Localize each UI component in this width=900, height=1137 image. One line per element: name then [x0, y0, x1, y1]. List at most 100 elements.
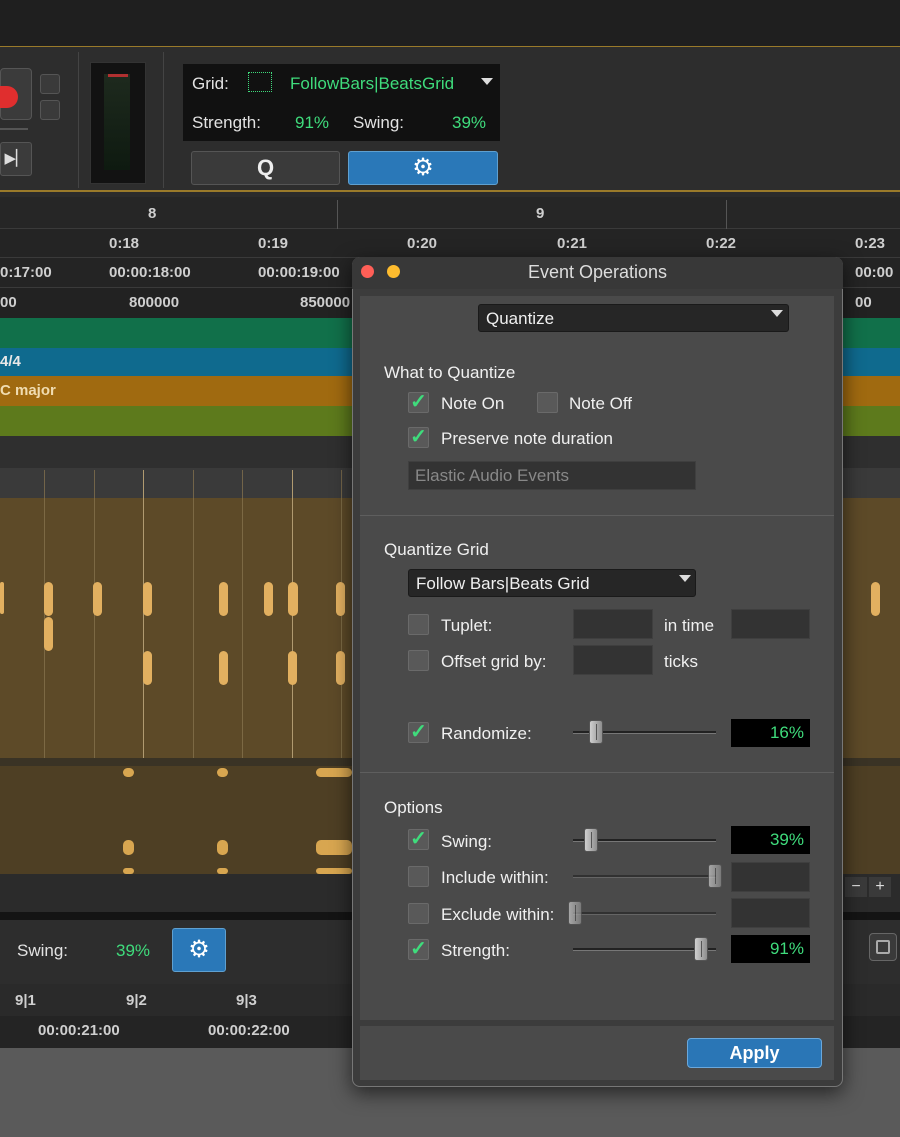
midi-note[interactable] [123, 768, 134, 777]
exclude-slider-thumb[interactable] [568, 901, 582, 925]
preserve-duration-checkbox[interactable]: ✓ [408, 427, 429, 448]
play-to-end-button[interactable]: ▶︎▏ [0, 142, 32, 176]
tuplet-time-field[interactable] [731, 609, 810, 639]
randomize-checkbox[interactable]: ✓ [408, 722, 429, 743]
midi-note[interactable] [264, 582, 273, 616]
midi-note[interactable] [219, 582, 228, 616]
elastic-audio-events-checkbox: Elastic Audio Events [408, 461, 696, 490]
section-options: Options [384, 798, 443, 817]
ruler-tick [726, 200, 727, 229]
midi-note[interactable] [143, 582, 152, 616]
include-slider-thumb[interactable] [708, 864, 722, 888]
randomize-slider-thumb[interactable] [589, 720, 603, 744]
ticks-label: ticks [664, 652, 698, 671]
chevron-down-icon[interactable] [481, 78, 493, 85]
swing-label: Swing: [17, 941, 69, 960]
swing-value[interactable]: 39% [116, 941, 150, 961]
midi-note[interactable] [288, 582, 298, 616]
midi-note[interactable] [217, 768, 228, 777]
exclude-within-checkbox[interactable] [408, 903, 429, 924]
note-on-checkbox[interactable]: ✓ [408, 392, 429, 413]
section-quantize-grid: Quantize Grid [384, 540, 489, 559]
min-secs-label: 0:18 [109, 235, 140, 252]
meter-value: 4/4 [0, 353, 21, 370]
bar-label: 9|2 [126, 992, 147, 1009]
midi-note[interactable] [336, 651, 345, 685]
midi-note[interactable] [143, 651, 152, 685]
strength-label: Strength: [192, 113, 261, 132]
skip-end-icon: ▶︎▏ [4, 150, 28, 167]
samples-label: 00 [855, 294, 872, 311]
midi-note[interactable] [123, 840, 134, 855]
grid-line [242, 470, 243, 758]
midi-note[interactable] [871, 582, 880, 616]
midi-note[interactable] [219, 651, 228, 685]
square-icon [876, 940, 890, 954]
close-icon[interactable] [361, 265, 374, 278]
strength-option-value[interactable]: 91% [731, 935, 810, 963]
gear-icon: ⚙ [188, 936, 210, 963]
top-strip [0, 0, 900, 46]
minimize-icon[interactable] [387, 265, 400, 278]
timecode-label: 00:00:22:00 [208, 1022, 290, 1039]
strength-checkbox[interactable]: ✓ [408, 939, 429, 960]
min-secs-label: 0:22 [706, 235, 737, 252]
operation-select[interactable]: Quantize [478, 304, 789, 332]
midi-note[interactable] [44, 617, 53, 651]
event-operations-button[interactable]: ⚙ [348, 151, 498, 185]
midi-note[interactable] [44, 582, 53, 616]
include-slider-track[interactable] [573, 875, 716, 878]
midi-note[interactable] [336, 582, 345, 616]
swing-slider-thumb[interactable] [584, 828, 598, 852]
offset-ticks-field[interactable] [573, 645, 653, 675]
transport-option-button[interactable] [40, 74, 60, 94]
swing-value[interactable]: 39% [452, 113, 486, 133]
event-operations-button[interactable]: ⚙ [172, 928, 226, 972]
tuplet-checkbox[interactable] [408, 614, 429, 635]
note-off-checkbox[interactable] [537, 392, 558, 413]
zoom-out-button[interactable]: − [845, 877, 867, 897]
include-within-value[interactable] [731, 862, 810, 892]
grid-label: Grid: [192, 74, 229, 93]
randomize-value[interactable]: 16% [731, 719, 810, 747]
midi-note[interactable] [0, 582, 4, 614]
quantize-button[interactable]: Q [191, 151, 340, 185]
meter-peak-icon [108, 74, 128, 77]
exclude-within-value[interactable] [731, 898, 810, 928]
swing-label: Swing: [353, 113, 405, 132]
timecode-label: 00:00 [855, 264, 894, 281]
quantize-grid-select[interactable]: Follow Bars|Beats Grid [408, 569, 696, 597]
timecode-label: 0:17:00 [0, 264, 52, 281]
strength-value[interactable]: 91% [295, 113, 329, 133]
strength-slider-thumb[interactable] [694, 937, 708, 961]
midi-note[interactable] [316, 840, 352, 855]
midi-note[interactable] [316, 768, 352, 777]
timecode-label: 00:00:21:00 [38, 1022, 120, 1039]
section-divider [360, 772, 834, 773]
samples-label: 850000 [300, 294, 351, 311]
swing-option-value[interactable]: 39% [731, 826, 810, 854]
transport-option-button[interactable] [40, 100, 60, 120]
apply-button[interactable]: Apply [687, 1038, 822, 1068]
tuplet-label: Tuplet: [441, 616, 493, 635]
zoom-in-button[interactable]: + [869, 877, 891, 897]
chevron-down-icon [771, 310, 783, 317]
midi-note[interactable] [217, 840, 228, 855]
note-off-label: Note Off [569, 394, 632, 413]
offset-grid-checkbox[interactable] [408, 650, 429, 671]
toolbar-divider [0, 128, 28, 130]
ruler-tick [337, 200, 338, 229]
min-secs-label: 0:23 [855, 235, 886, 252]
grid-value-selector[interactable]: FollowBars|BeatsGrid [290, 74, 454, 94]
midi-note[interactable] [288, 651, 297, 685]
bar-number: 9 [536, 205, 545, 222]
exclude-slider-track[interactable] [573, 912, 716, 915]
midi-note[interactable] [93, 582, 102, 616]
strength-option-label: Strength: [441, 941, 510, 960]
exclude-within-label: Exclude within: [441, 905, 555, 924]
grid-line [193, 470, 194, 758]
swing-checkbox[interactable]: ✓ [408, 829, 429, 850]
include-within-checkbox[interactable] [408, 866, 429, 887]
tuplet-count-field[interactable] [573, 609, 653, 639]
dialog-title: Event Operations [352, 257, 843, 289]
